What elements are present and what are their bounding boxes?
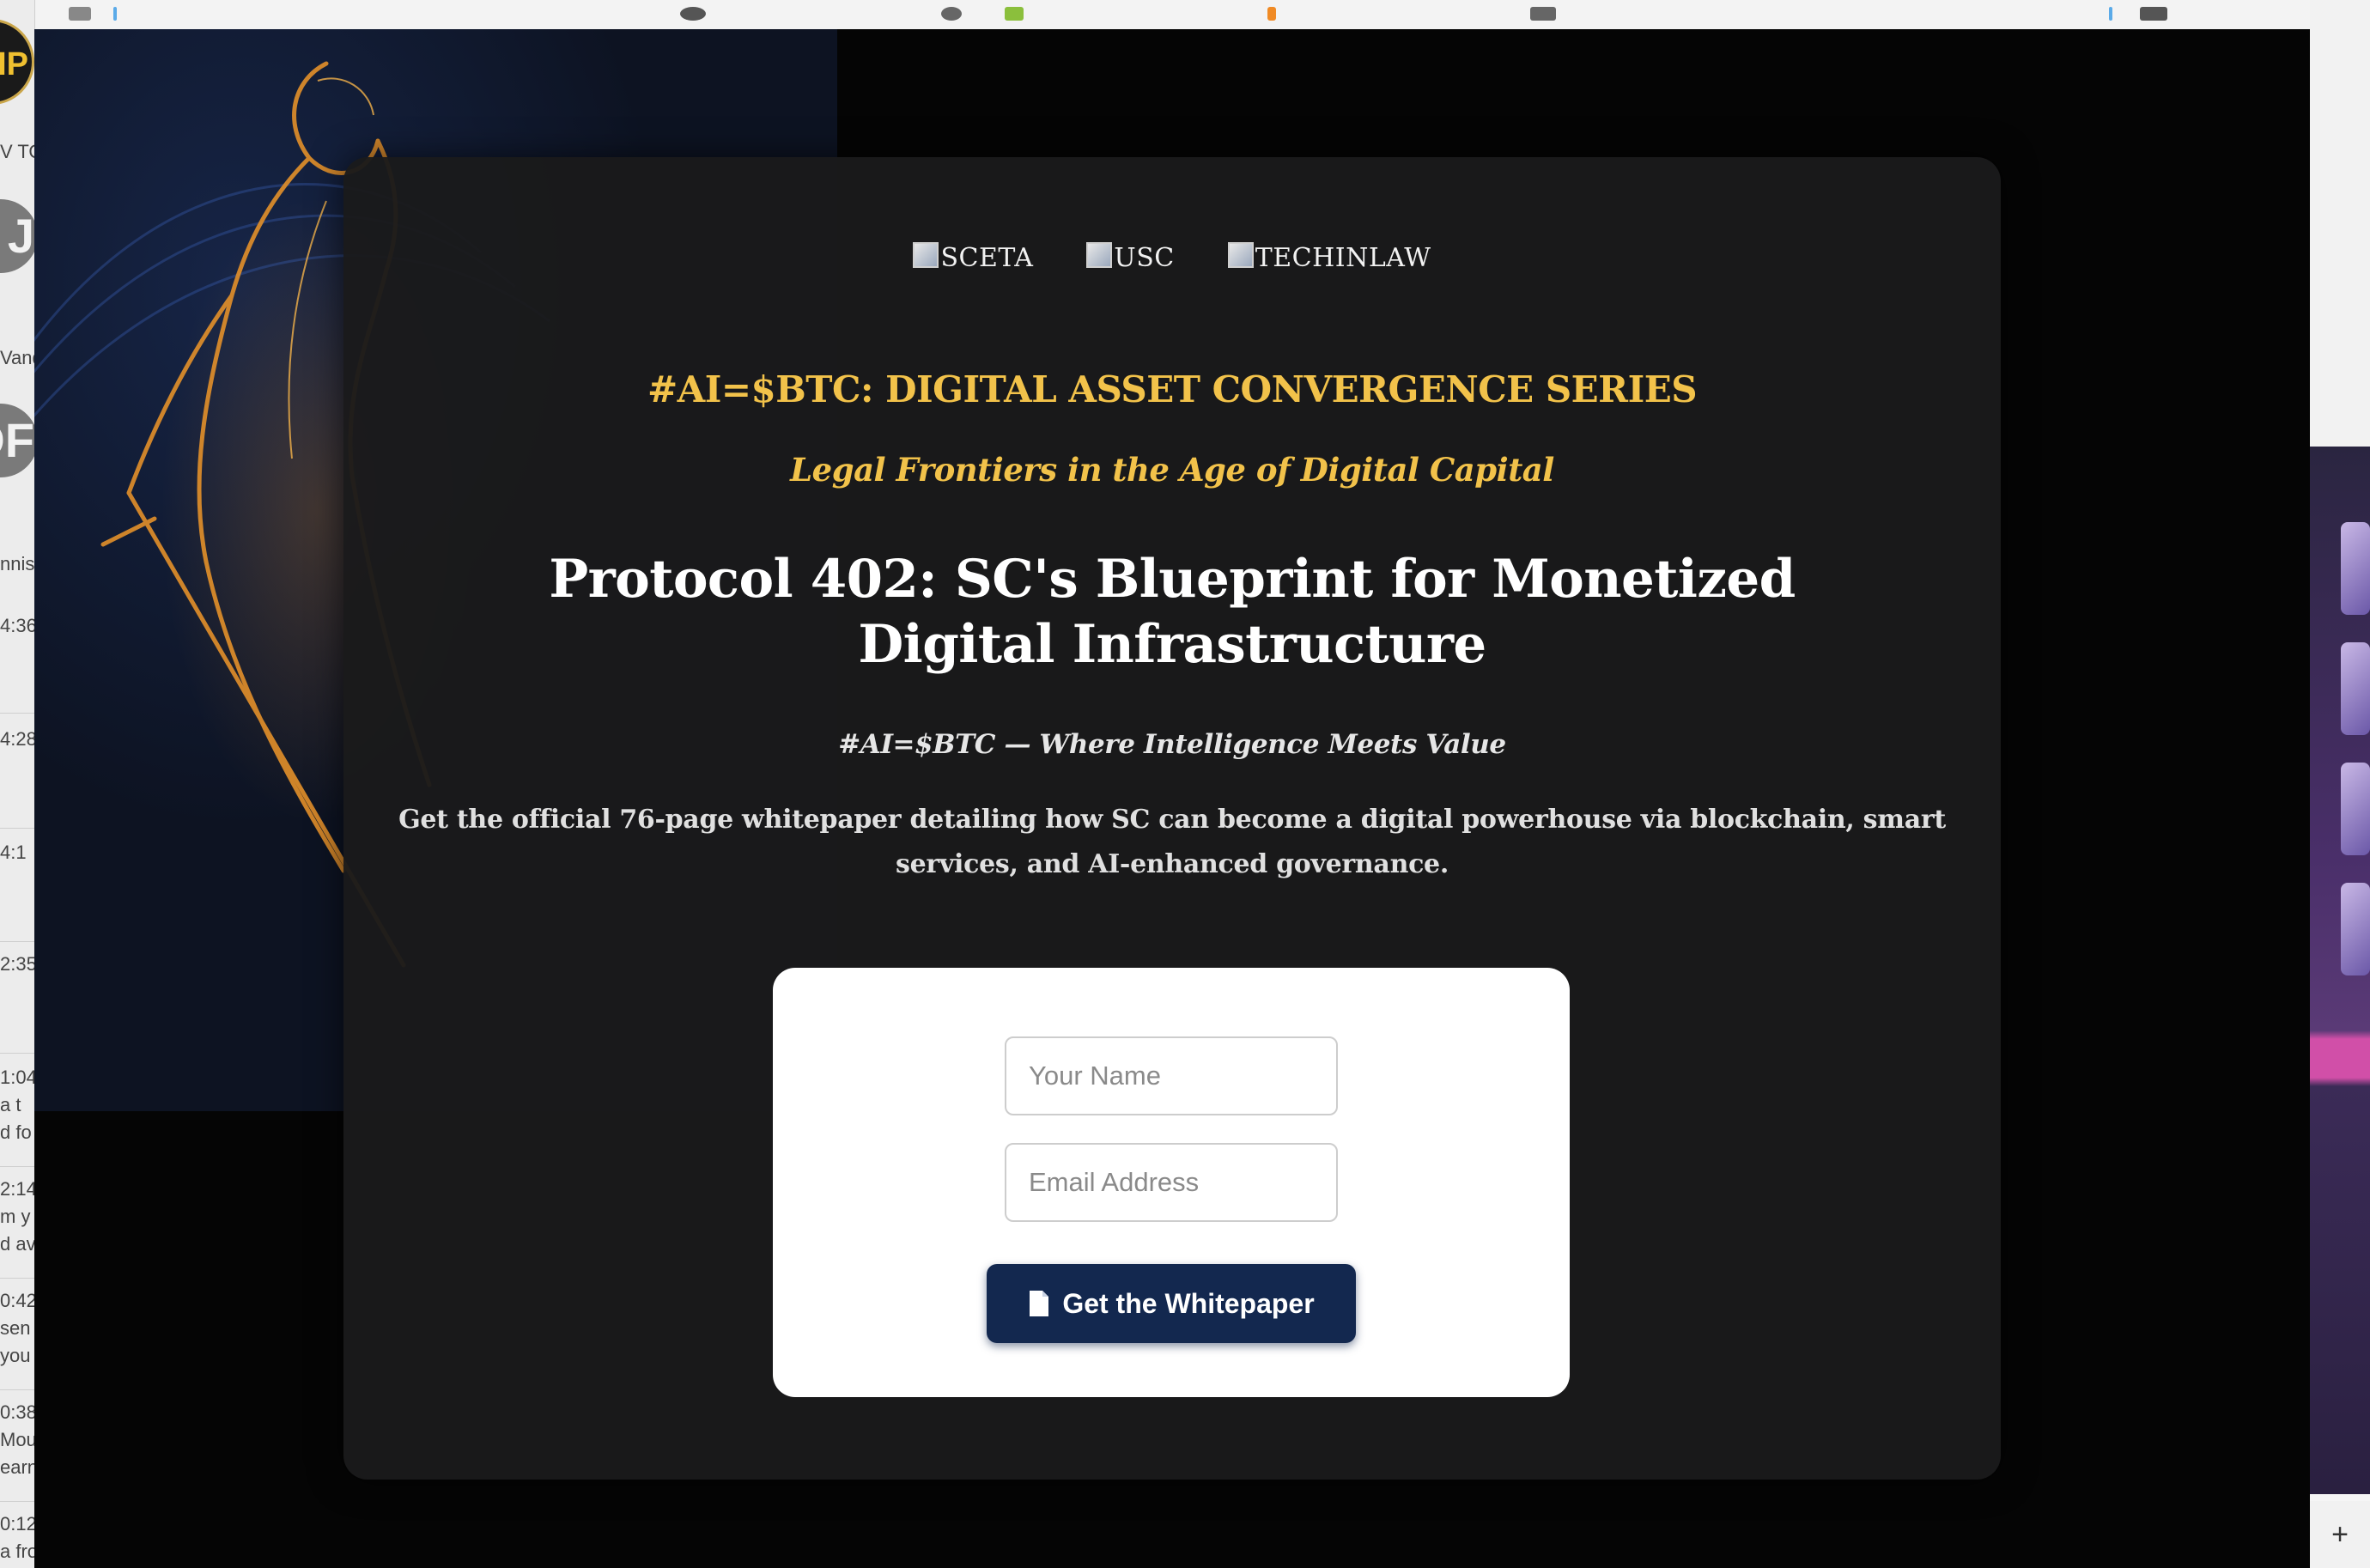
divider xyxy=(0,1278,34,1279)
timestamp: 2:35 xyxy=(0,953,34,975)
tagline: #AI=$BTC — Where Intelligence Meets Valu… xyxy=(838,729,1506,760)
browser-bookmarks-bar xyxy=(34,0,2310,30)
bookmark-icon[interactable] xyxy=(1005,7,1024,21)
partner-logos: SCETA USC TECHINLAW xyxy=(343,242,2001,273)
sidebar-snippet: V TO xyxy=(0,141,34,162)
logo-alt-text: TECHINLAW xyxy=(1255,243,1431,273)
button-label: Get the Whitepaper xyxy=(1062,1287,1315,1319)
avatar[interactable]: J xyxy=(0,199,34,273)
usc-logo: USC xyxy=(1086,242,1175,273)
contact-name: Vand xyxy=(0,347,34,368)
avatar[interactable]: DF xyxy=(0,404,34,477)
message-snippet: sen xyxy=(0,1317,31,1339)
divider xyxy=(0,828,34,829)
description: Get the official 76-page whitepaper deta… xyxy=(398,805,1946,879)
github-icon[interactable] xyxy=(680,7,706,21)
bookmark-icon[interactable] xyxy=(2140,7,2167,21)
logo-alt-text: SCETA xyxy=(940,243,1034,273)
message-snippet: you xyxy=(0,1345,31,1366)
broken-image-icon xyxy=(1227,242,1254,268)
message-snippet: earn xyxy=(0,1456,34,1478)
bookmark-divider xyxy=(113,7,117,21)
broken-image-icon xyxy=(1086,242,1113,268)
thumbnail[interactable] xyxy=(2341,642,2370,735)
background-window-right-edge xyxy=(2310,0,2370,1568)
page-title: Protocol 402: SC's Blueprint for Monetiz… xyxy=(549,549,1796,675)
message-snippet: a fro xyxy=(0,1541,34,1562)
signup-form: Get the Whitepaper xyxy=(773,968,1570,1397)
timestamp: 4:28 xyxy=(0,728,34,750)
bookmark-icon[interactable] xyxy=(941,7,962,21)
message-snippet: d fo xyxy=(0,1121,32,1143)
document-icon xyxy=(1030,1291,1049,1316)
app-logo: IP xyxy=(0,19,34,105)
thumbnail[interactable] xyxy=(2341,883,2370,975)
timestamp: 1:04 xyxy=(0,1067,34,1088)
timestamp: 4:36 xyxy=(0,615,34,636)
contact-name: nnis xyxy=(0,553,34,574)
email-input[interactable] xyxy=(1005,1143,1338,1222)
new-tab-button[interactable]: + xyxy=(2310,1501,2370,1568)
message-snippet: d av xyxy=(0,1233,34,1255)
whitepaper-card: SCETA USC TECHINLAW #AI=$BTC: DIGITAL AS… xyxy=(343,157,2001,1480)
series-title: #AI=$BTC: DIGITAL ASSET CONVERGENCE SERI… xyxy=(647,368,1698,410)
timestamp: 0:38 xyxy=(0,1401,34,1423)
series-subtitle: Legal Frontiers in the Age of Digital Ca… xyxy=(790,451,1554,489)
divider xyxy=(0,1389,34,1390)
techinlaw-logo: TECHINLAW xyxy=(1227,242,1431,273)
message-snippet: Mou xyxy=(0,1429,34,1450)
thumbnail[interactable] xyxy=(2341,522,2370,615)
background-window-sidebar: IP V TO J Vand DF nnis 4:36 4:28 4:1 2:3… xyxy=(0,0,35,1568)
logo-alt-text: USC xyxy=(1114,243,1175,273)
timestamp: 0:42 xyxy=(0,1290,34,1311)
divider xyxy=(0,1053,34,1054)
broken-image-icon xyxy=(913,242,939,268)
sceta-logo: SCETA xyxy=(913,242,1034,273)
divider xyxy=(0,1501,34,1502)
timestamp: 2:14 xyxy=(0,1178,34,1200)
get-whitepaper-button[interactable]: Get the Whitepaper xyxy=(987,1264,1356,1343)
apps-icon[interactable] xyxy=(69,7,91,21)
timestamp: 0:12 xyxy=(0,1513,34,1535)
name-input[interactable] xyxy=(1005,1036,1338,1115)
bookmark-icon[interactable] xyxy=(1530,7,1556,21)
timestamp: 4:1 xyxy=(0,842,27,863)
bookmark-divider xyxy=(2109,7,2112,21)
message-snippet: m y xyxy=(0,1206,31,1227)
bookmark-icon[interactable] xyxy=(1267,7,1276,21)
divider xyxy=(0,1166,34,1167)
message-snippet: a t xyxy=(0,1094,21,1115)
thumbnail[interactable] xyxy=(2341,763,2370,855)
divider xyxy=(0,713,34,714)
divider xyxy=(0,941,34,942)
